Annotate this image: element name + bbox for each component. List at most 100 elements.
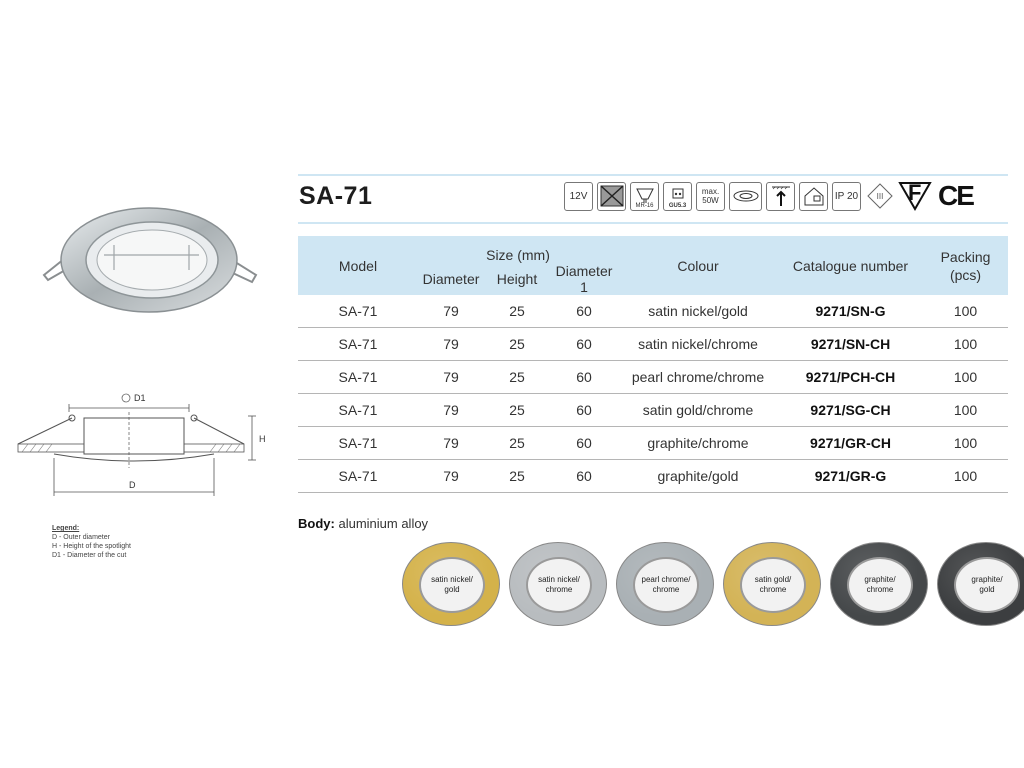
- h-label: H: [259, 434, 266, 444]
- swatch-label-line1: satin nickel/: [431, 575, 473, 584]
- gu53-socket-icon: GU5.3: [663, 181, 692, 211]
- swatch-label-line1: satin nickel/: [538, 575, 580, 584]
- cell-catalogue: 9271/SG-CH: [778, 393, 923, 427]
- cell-colour: graphite/chrome: [618, 426, 778, 460]
- cell-diameter: 79: [418, 327, 484, 361]
- swatch-label-line1: satin gold/: [754, 575, 792, 584]
- swatch-label-line2: chrome: [545, 585, 573, 594]
- col-colour: Colour: [618, 236, 778, 295]
- swatch-satin-gold-chrome: satin gold/chrome: [723, 542, 821, 626]
- cell-catalogue: 9271/GR-CH: [778, 426, 923, 460]
- ip-rating-icon: IP 20: [832, 181, 861, 211]
- swatch-graphite-chrome: graphite/chrome: [830, 542, 928, 626]
- cell-model: SA-71: [298, 327, 418, 361]
- swatch-label-line2: gold: [979, 585, 995, 594]
- cell-colour: satin nickel/gold: [618, 295, 778, 328]
- no-insulation-cover-icon: [597, 181, 626, 211]
- cell-packing: 100: [923, 459, 1008, 493]
- table-row: SA-71 79 25 60 satin gold/chrome 9271/SG…: [298, 393, 1008, 427]
- cell-height: 25: [484, 459, 550, 493]
- cell-packing: 100: [923, 327, 1008, 361]
- swatch-label-line2: chrome: [652, 585, 680, 594]
- d-label: D: [129, 480, 136, 490]
- f-mark-icon: F: [898, 180, 932, 212]
- cell-catalogue: 9271/GR-G: [778, 459, 923, 493]
- swatch-label-line2: chrome: [759, 585, 787, 594]
- d1-label: D1: [134, 393, 146, 403]
- colour-swatches: satin nickel/gold satin nickel/chrome pe…: [402, 542, 1024, 626]
- swatch-satin-nickel-gold: satin nickel/gold: [402, 542, 500, 626]
- col-size: Size (mm): [418, 236, 618, 263]
- mr16-lamp-icon: MR-16: [630, 181, 659, 211]
- cell-height: 25: [484, 327, 550, 361]
- cell-diameter1: 60: [550, 295, 618, 328]
- cell-diameter: 79: [418, 426, 484, 460]
- table-row: SA-71 79 25 60 pearl chrome/chrome 9271/…: [298, 360, 1008, 394]
- legend-item: H - Height of the spotlight: [52, 543, 131, 550]
- body-label: Body:: [298, 516, 335, 531]
- cell-height: 25: [484, 426, 550, 460]
- cell-colour: pearl chrome/chrome: [618, 360, 778, 394]
- table-row: SA-71 79 25 60 graphite/chrome 9271/GR-C…: [298, 426, 1008, 460]
- cell-model: SA-71: [298, 426, 418, 460]
- col-diameter1: Diameter 1: [550, 263, 618, 295]
- cell-model: SA-71: [298, 459, 418, 493]
- cell-catalogue: 9271/SN-CH: [778, 327, 923, 361]
- cell-packing: 100: [923, 393, 1008, 427]
- col-diameter: Diameter: [418, 263, 484, 295]
- swatch-label-line2: gold: [444, 585, 460, 594]
- legend: Legend: D - Outer diameter H - Height of…: [52, 524, 131, 560]
- cell-diameter: 79: [418, 295, 484, 328]
- col-packing: Packing (pcs): [923, 236, 1008, 295]
- body-material: Body: aluminium alloy: [298, 516, 428, 531]
- spec-icons: 12V MR-16 GU5.3 max. 50W IP 20 III F CE: [564, 180, 975, 212]
- cell-diameter: 79: [418, 393, 484, 427]
- cell-model: SA-71: [298, 393, 418, 427]
- col-height: Height: [484, 263, 550, 295]
- cell-catalogue: 9271/PCH-CH: [778, 360, 923, 394]
- legend-title: Legend:: [52, 525, 80, 532]
- cell-height: 25: [484, 393, 550, 427]
- table-row: SA-71 79 25 60 satin nickel/gold 9271/SN…: [298, 295, 1008, 328]
- cell-packing: 100: [923, 360, 1008, 394]
- cell-diameter1: 60: [550, 426, 618, 460]
- dimension-drawing: D1 H D: [17, 393, 266, 496]
- cell-model: SA-71: [298, 295, 418, 328]
- cell-packing: 100: [923, 295, 1008, 328]
- swatch-graphite-gold: graphite/gold: [937, 542, 1024, 626]
- swatch-label-line1: graphite/: [864, 575, 896, 584]
- cell-catalogue: 9271/SN-G: [778, 295, 923, 328]
- max-wattage-icon: max. 50W: [696, 181, 725, 211]
- 12v-icon: 12V: [564, 181, 593, 211]
- recessed-fixture-icon: [729, 181, 762, 211]
- cell-diameter1: 60: [550, 327, 618, 361]
- swatch-satin-nickel-chrome: satin nickel/chrome: [509, 542, 607, 626]
- legend-item: D - Outer diameter: [52, 534, 110, 541]
- swatch-label-line1: graphite/: [971, 575, 1003, 584]
- table-row: SA-71 79 25 60 satin nickel/chrome 9271/…: [298, 327, 1008, 361]
- ceiling-mount-icon: [766, 181, 795, 211]
- col-catalogue: Catalogue number: [778, 236, 923, 295]
- body-value: aluminium alloy: [338, 516, 429, 531]
- cell-model: SA-71: [298, 360, 418, 394]
- cell-diameter1: 60: [550, 459, 618, 493]
- page-title: SA-71: [299, 182, 373, 210]
- table-row: SA-71 79 25 60 graphite/gold 9271/GR-G 1…: [298, 459, 1008, 493]
- cell-packing: 100: [923, 426, 1008, 460]
- legend-item: D1 - Diameter of the cut: [52, 552, 127, 559]
- cell-diameter: 79: [418, 360, 484, 394]
- col-model: Model: [298, 236, 418, 295]
- indoor-use-icon: [799, 181, 828, 211]
- cell-diameter: 79: [418, 459, 484, 493]
- protection-class-icon: III: [865, 181, 894, 211]
- cell-colour: satin nickel/chrome: [618, 327, 778, 361]
- cell-height: 25: [484, 360, 550, 394]
- svg-text:III: III: [876, 192, 883, 201]
- product-photo: [42, 207, 258, 313]
- ce-mark-icon: CE: [938, 180, 975, 211]
- swatch-label-line1: pearl chrome/: [641, 575, 691, 584]
- cell-colour: graphite/gold: [618, 459, 778, 493]
- cell-diameter1: 60: [550, 360, 618, 394]
- cell-diameter1: 60: [550, 393, 618, 427]
- swatch-label-line2: chrome: [866, 585, 894, 594]
